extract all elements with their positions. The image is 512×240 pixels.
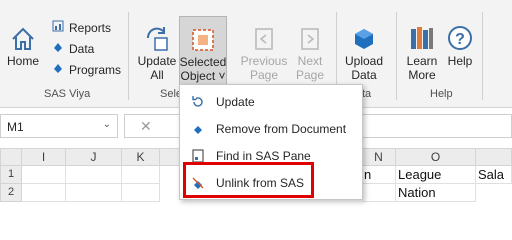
data-button[interactable]: Data xyxy=(52,41,94,56)
update-all-icon xyxy=(143,18,171,52)
cell[interactable]: Sala xyxy=(476,166,512,184)
separator xyxy=(128,12,129,100)
cell[interactable] xyxy=(22,184,66,202)
next-page-label-1: Next xyxy=(297,54,323,68)
programs-label: Programs xyxy=(69,62,122,77)
upload-data-label-2: Data xyxy=(351,68,377,82)
help-button[interactable]: ? Help xyxy=(444,18,476,68)
next-page-icon xyxy=(297,18,323,52)
cancel-icon[interactable]: ✕ xyxy=(140,118,152,135)
update-all-label-2: All xyxy=(150,68,164,82)
sas-viya-group-label: SAS Viya xyxy=(44,88,91,100)
previous-page-icon xyxy=(251,18,277,52)
books-icon xyxy=(408,18,436,52)
reports-button[interactable]: Reports xyxy=(52,20,111,35)
programs-icon xyxy=(52,62,64,77)
chevron-down-icon[interactable]: ⌄ xyxy=(103,119,111,130)
find-icon xyxy=(180,148,216,163)
learn-more-label-1: Learn xyxy=(406,54,438,68)
data-icon xyxy=(52,41,64,56)
selected-object-label-2: Object ˅ xyxy=(180,69,226,83)
row-header[interactable]: 2 xyxy=(0,184,22,202)
remove-icon xyxy=(180,122,216,136)
data-group-label: ta xyxy=(362,88,372,100)
learn-more-label-2: More xyxy=(408,68,436,82)
cell[interactable] xyxy=(122,166,160,184)
selected-object-button[interactable]: Selected Object ˅ xyxy=(179,16,227,86)
home-button[interactable]: Home xyxy=(6,18,40,68)
column-header[interactable]: J xyxy=(66,148,122,166)
cell[interactable]: n xyxy=(362,166,396,184)
home-icon xyxy=(10,18,36,52)
selected-object-label-1: Selected xyxy=(179,55,227,69)
data-label: Data xyxy=(69,41,95,56)
menu-item-update[interactable]: Update xyxy=(180,88,362,115)
next-page-button[interactable]: Next Page xyxy=(292,18,328,82)
column-header[interactable]: N xyxy=(362,148,396,166)
cell[interactable]: League xyxy=(396,166,476,184)
svg-text:?: ? xyxy=(455,31,465,48)
separator xyxy=(482,12,483,100)
menu-item-remove-from-document[interactable]: Remove from Document xyxy=(180,115,362,142)
previous-page-label-2: Page xyxy=(249,68,279,82)
home-label: Home xyxy=(6,54,39,68)
menu-item-label: Find in SAS Pane xyxy=(216,148,311,163)
name-box-value: M1 xyxy=(7,120,24,134)
programs-button[interactable]: Programs xyxy=(52,62,121,77)
cell[interactable] xyxy=(22,166,66,184)
cell[interactable] xyxy=(66,184,122,202)
column-header[interactable] xyxy=(476,148,512,166)
learn-more-button[interactable]: Learn More xyxy=(402,18,442,82)
update-all-label-1: Update xyxy=(137,54,177,68)
refresh-icon xyxy=(180,95,216,109)
menu-item-label: Remove from Document xyxy=(216,121,347,136)
column-header[interactable]: K xyxy=(122,148,160,166)
help-label: Help xyxy=(447,54,473,68)
cell[interactable] xyxy=(66,166,122,184)
upload-data-icon xyxy=(351,18,377,52)
row-header[interactable]: 1 xyxy=(0,166,22,184)
column-header[interactable]: O xyxy=(396,148,476,166)
select-all-corner[interactable] xyxy=(0,148,22,166)
cell[interactable] xyxy=(362,184,396,202)
update-all-button[interactable]: Update All xyxy=(136,18,178,82)
reports-label: Reports xyxy=(69,20,112,35)
column-header[interactable] xyxy=(160,148,180,166)
menu-item-label: Update xyxy=(216,94,255,109)
reports-icon xyxy=(52,20,64,35)
highlight-box xyxy=(183,162,314,198)
help-group-label: Help xyxy=(430,88,453,100)
previous-page-label-1: Previous xyxy=(240,54,288,68)
cell[interactable]: Nation xyxy=(396,184,476,202)
separator xyxy=(396,12,397,100)
help-icon: ? xyxy=(446,18,474,52)
upload-data-button[interactable]: Upload Data xyxy=(342,18,386,82)
previous-page-button[interactable]: Previous Page xyxy=(240,18,288,82)
column-header[interactable]: I xyxy=(22,148,66,166)
name-box[interactable]: M1 ⌄ xyxy=(0,114,118,138)
next-page-label-2: Page xyxy=(295,68,325,82)
cell[interactable] xyxy=(122,184,160,202)
upload-data-label-1: Upload xyxy=(344,54,384,68)
selected-object-icon xyxy=(190,19,216,53)
